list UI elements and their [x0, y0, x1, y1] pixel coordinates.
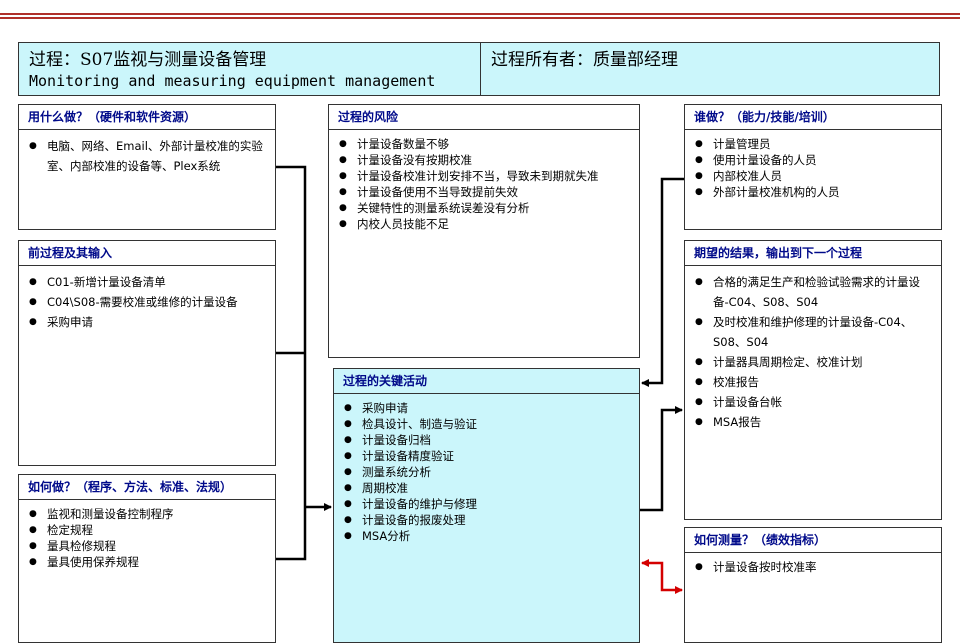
arrow-who-to-activities: [641, 177, 684, 387]
arrow-activities-to-outputs: [640, 406, 683, 512]
left-bracket-line: [276, 165, 307, 561]
connector-lines: [276, 165, 684, 594]
red-measure-arrow: [641, 559, 683, 594]
